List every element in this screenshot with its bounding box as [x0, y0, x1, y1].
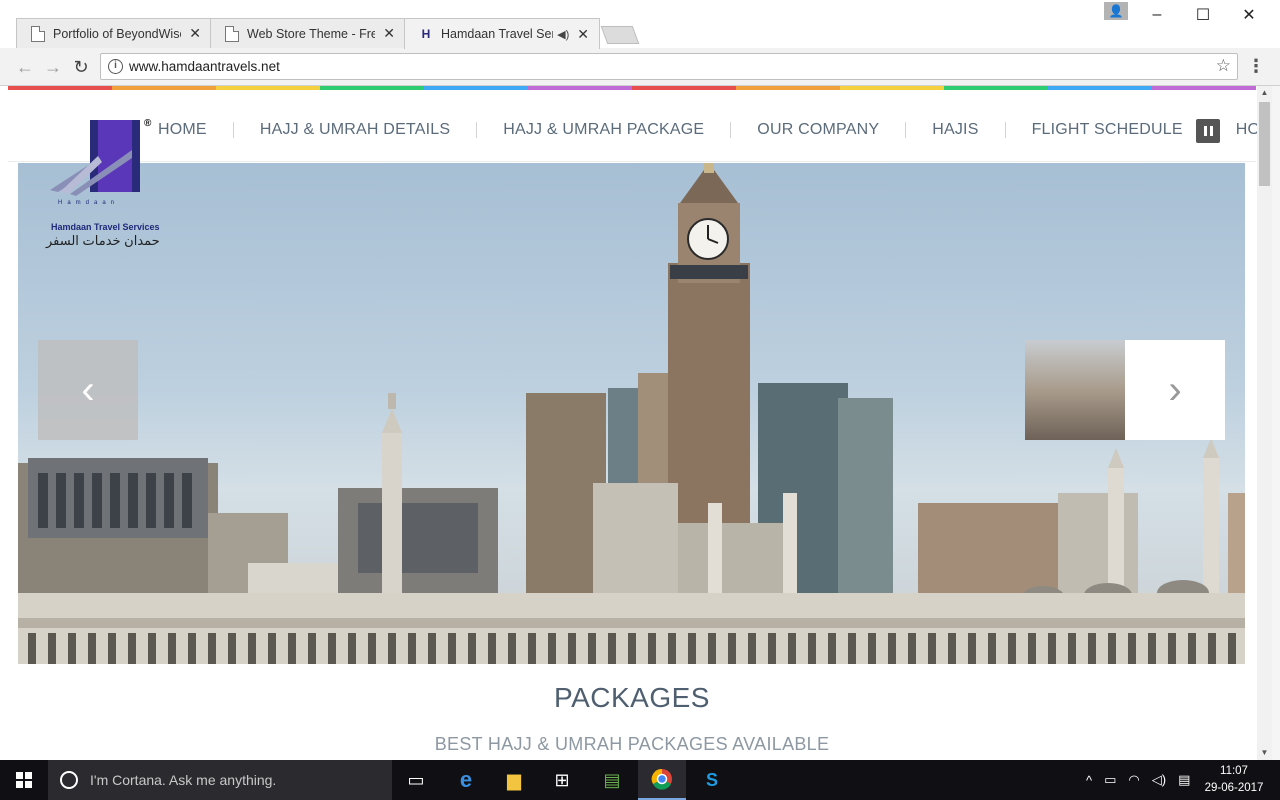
wifi-icon[interactable]: ◠ [1128, 772, 1139, 788]
forward-arrow-icon[interactable]: → [42, 56, 64, 78]
info-icon[interactable]: i [108, 59, 123, 74]
nav-divider [476, 122, 478, 138]
url-text: www.hamdaantravels.net [129, 59, 280, 74]
pause-icon [1209, 126, 1213, 136]
close-tab-icon[interactable]: ✕ [189, 25, 201, 42]
clock-time: 11:07 [1220, 765, 1248, 777]
nav-label: HAJJ & UMRAH DETAILS [259, 121, 451, 138]
tab-title: Portfolio of BeyondWise [53, 26, 182, 41]
nav-label: OUR COMPANY [757, 121, 880, 138]
chrome-icon [651, 768, 672, 790]
browser-menu-icon[interactable]: ⋮ [1247, 56, 1265, 78]
chrome-taskbar-icon[interactable] [638, 760, 686, 800]
nav-hajis[interactable]: HAJIS [932, 121, 978, 139]
taskbar-clock[interactable]: 11:07 29-06-2017 [1196, 763, 1272, 797]
slider-prev-button[interactable]: ‹ [38, 340, 138, 440]
hamdaan-favicon: H [421, 27, 431, 41]
cortana-placeholder: I'm Cortana. Ask me anything. [90, 772, 277, 788]
document-icon [31, 25, 45, 42]
store-icon[interactable]: ⊞ [538, 760, 586, 800]
edge-browser-icon[interactable]: e [442, 760, 490, 800]
nav-flight-schedule[interactable]: FLIGHT SCHEDULE [1032, 121, 1183, 139]
back-arrow-icon[interactable]: ← [14, 56, 36, 78]
nav-label: FLIGHT SCHEDULE [1031, 121, 1183, 138]
hamdaan-logo[interactable]: ® Hamdaan Hamdaan Travel Services حمدان … [46, 116, 176, 248]
start-button[interactable] [0, 760, 48, 800]
nav-divider [232, 122, 234, 138]
volume-icon[interactable]: ◁) [1152, 772, 1166, 788]
bookmark-star-icon[interactable]: ☆ [1216, 56, 1231, 76]
action-center-icon[interactable]: ▤ [1178, 772, 1190, 788]
slider-pause-button[interactable] [1196, 119, 1220, 143]
logo-name-english: Hamdaan Travel Services [51, 222, 160, 232]
packages-subheading: BEST HAJJ & UMRAH PACKAGES AVAILABLE [434, 734, 830, 754]
logo-subtitle: Hamdaan [58, 200, 120, 206]
windows-logo-icon [16, 772, 32, 788]
registered-mark: ® [144, 118, 152, 129]
tab-hamdaan[interactable]: H Hamdaan Travel Servic ◀) ✕ [404, 18, 600, 49]
close-tab-icon[interactable]: ✕ [577, 26, 589, 43]
page-scrollbar[interactable]: ▲ ▼ [1257, 86, 1272, 760]
close-tab-icon[interactable]: ✕ [383, 25, 395, 42]
nav-divider [1004, 122, 1006, 138]
logo-name-arabic: حمدان خدمات السفر [46, 233, 160, 248]
browser-toolbar: ← → ↻ i www.hamdaantravels.net ☆ ⋮ [0, 48, 1280, 86]
clock-date: 29-06-2017 [1204, 782, 1264, 794]
document-icon [225, 25, 239, 42]
pause-icon [1203, 126, 1207, 136]
windows-taskbar: I'm Cortana. Ask me anything. ▭ e ▆ ⊞ ▤ … [0, 760, 1280, 800]
cortana-icon [60, 771, 78, 789]
system-tray: ^ ▭ ◠ ◁) ▤ [1080, 760, 1196, 800]
chevron-up-icon[interactable]: ^ [1086, 773, 1092, 788]
main-nav: HOME HAJJ & UMRAH DETAILS HAJJ & UMRAH P… [158, 115, 1280, 145]
chevron-left-icon: ‹ [81, 367, 95, 412]
task-view-icon[interactable]: ▭ [392, 760, 440, 800]
tab-title: Web Store Theme - Free [247, 26, 376, 41]
tab-portfolio[interactable]: Portfolio of BeyondWise ✕ [16, 18, 212, 48]
scroll-up-icon[interactable]: ▲ [1257, 86, 1272, 100]
battery-icon[interactable]: ▭ [1104, 772, 1116, 788]
tab-strip: Portfolio of BeyondWise ✕ Web Store Them… [0, 0, 1280, 49]
tab-title: Hamdaan Travel Servic [441, 27, 553, 41]
profile-icon[interactable]: 👤 [1104, 2, 1128, 20]
scroll-down-icon[interactable]: ▼ [1257, 746, 1272, 760]
packages-heading: PACKAGES [554, 682, 710, 713]
nav-our-company[interactable]: OUR COMPANY [757, 121, 879, 139]
tab-webstore[interactable]: Web Store Theme - Free ✕ [210, 18, 406, 48]
reload-icon[interactable]: ↻ [70, 56, 92, 78]
spreadsheet-icon[interactable]: ▤ [588, 760, 636, 800]
nav-divider [730, 122, 732, 138]
page-viewport: HOME HAJJ & UMRAH DETAILS HAJJ & UMRAH P… [0, 86, 1280, 760]
site-header: HOME HAJJ & UMRAH DETAILS HAJJ & UMRAH P… [8, 90, 1280, 162]
browser-chrome: Portfolio of BeyondWise ✕ Web Store Them… [0, 0, 1280, 86]
slider-next-button[interactable]: › [1025, 340, 1225, 440]
maximize-button[interactable]: ☐ [1180, 0, 1226, 30]
scrollbar-thumb[interactable] [1259, 102, 1270, 186]
nav-label: HAJJ & UMRAH PACKAGE [503, 121, 705, 138]
nav-hajj-umrah-details[interactable]: HAJJ & UMRAH DETAILS [260, 121, 450, 139]
minimize-button[interactable]: – [1134, 0, 1180, 30]
window-controls: – ☐ ✕ [1134, 0, 1272, 30]
cortana-search-box[interactable]: I'm Cortana. Ask me anything. [48, 760, 392, 800]
nav-label: HAJIS [932, 121, 979, 138]
nav-divider [905, 122, 907, 138]
skype-icon[interactable]: S [688, 760, 736, 800]
nav-hajj-umrah-package[interactable]: HAJJ & UMRAH PACKAGE [503, 121, 704, 139]
next-slide-thumbnail [1025, 340, 1125, 440]
window-edge [1272, 86, 1280, 760]
file-explorer-icon[interactable]: ▆ [490, 760, 538, 800]
speaker-icon[interactable]: ◀) [557, 28, 569, 41]
logo-mark-icon [50, 120, 140, 196]
chevron-right-icon: › [1168, 367, 1182, 412]
address-bar[interactable]: i www.hamdaantravels.net ☆ [100, 53, 1238, 80]
close-button[interactable]: ✕ [1226, 0, 1272, 30]
new-tab-button[interactable] [600, 26, 640, 44]
